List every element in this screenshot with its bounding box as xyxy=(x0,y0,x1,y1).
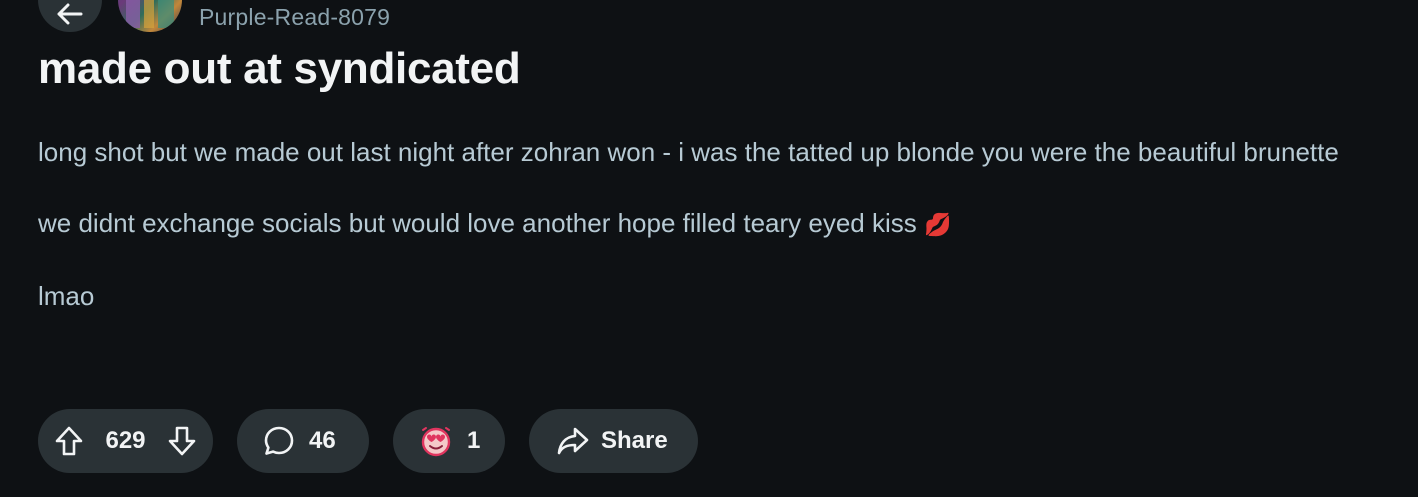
post-paragraph: we didnt exchange socials but would love… xyxy=(38,208,952,238)
downvote-button[interactable] xyxy=(167,425,197,457)
comments-button[interactable]: 46 xyxy=(237,409,369,473)
avatar[interactable] xyxy=(118,0,182,32)
post-paragraph: lmao xyxy=(38,281,95,311)
back-button[interactable] xyxy=(38,0,102,32)
speech-bubble-icon xyxy=(264,426,294,455)
post-author[interactable]: Purple-Read-8079 xyxy=(199,4,390,31)
share-label: Share xyxy=(601,427,668,454)
award-button[interactable]: 1 xyxy=(393,409,505,473)
share-button[interactable]: Share xyxy=(529,409,698,473)
award-count: 1 xyxy=(467,427,481,454)
upvote-button[interactable] xyxy=(54,425,84,457)
vote-count: 629 xyxy=(105,427,146,454)
vote-control: 629 xyxy=(38,409,213,473)
arrow-up-icon xyxy=(55,426,83,456)
arrow-left-icon xyxy=(57,3,83,25)
post-title: made out at syndicated xyxy=(38,44,521,93)
arrow-down-icon xyxy=(168,426,196,456)
share-arrow-icon xyxy=(557,427,589,455)
post-page: Purple-Read-8079 made out at syndicated … xyxy=(0,0,1418,497)
kiss-emoji: 💋 xyxy=(924,212,952,237)
post-paragraph: long shot but we made out last night aft… xyxy=(38,137,1339,167)
post-body: long shot but we made out last night aft… xyxy=(38,132,1408,347)
comment-count: 46 xyxy=(309,427,336,454)
post-actions-bar: 629 46 1 Share xyxy=(38,409,698,473)
heart-eyes-award-icon xyxy=(421,427,451,457)
